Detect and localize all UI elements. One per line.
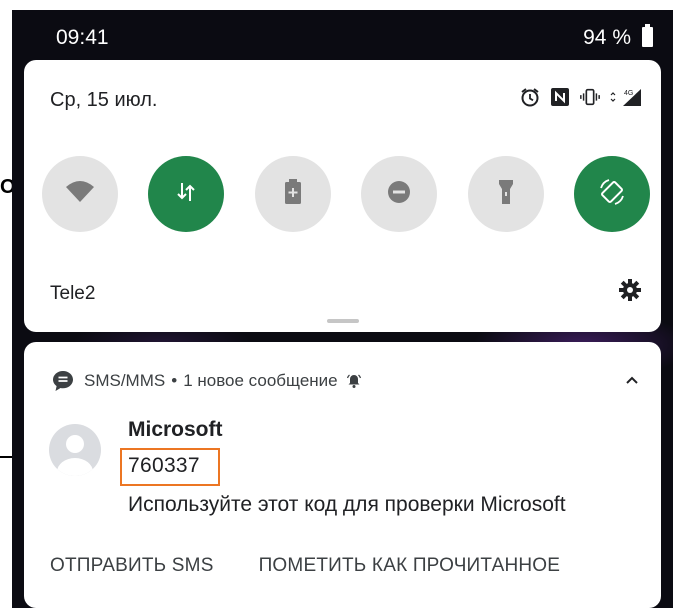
phone-screen: 09:41 94 % Ср, 15 июл. 4G Tele2 SMS/MMS … (12, 10, 673, 608)
message-icon (52, 370, 74, 392)
notification-sender: Microsoft (128, 418, 223, 441)
chevron-up-icon (625, 372, 639, 390)
header-separator: • (171, 371, 178, 390)
signal-4g-icon: 4G (609, 86, 643, 108)
battery-saver-icon (283, 178, 303, 210)
quick-settings-tiles (42, 156, 650, 232)
tile-do-not-disturb[interactable] (361, 156, 438, 232)
rotate-icon (597, 177, 627, 212)
notification-message: Используйте этот код для проверки Micros… (128, 493, 566, 516)
wifi-icon (65, 180, 95, 208)
network-type-label: 4G (624, 90, 633, 97)
collapse-notification-button[interactable] (621, 370, 643, 392)
tile-wifi[interactable] (42, 156, 118, 232)
tile-flashlight[interactable] (467, 156, 544, 232)
verification-code: 760337 (128, 454, 200, 477)
quick-settings-panel: Ср, 15 июл. 4G Tele2 (24, 60, 661, 332)
sms-notification[interactable]: SMS/MMS • 1 новое сообщение Microsoft 76… (24, 342, 661, 608)
mark-as-read-button[interactable]: ПОМЕТИТЬ КАК ПРОЧИТАННОЕ (259, 555, 561, 577)
tile-battery-saver[interactable] (254, 156, 331, 232)
battery-percent: 94 % (583, 26, 631, 49)
tile-mobile-data[interactable] (148, 156, 225, 232)
status-time: 09:41 (56, 26, 109, 49)
person-icon (57, 435, 93, 476)
settings-gear-button[interactable] (615, 277, 645, 307)
status-bar: 09:41 94 % (12, 10, 673, 60)
sender-avatar (49, 424, 101, 476)
notification-summary: 1 новое сообщение (183, 371, 338, 390)
flashlight-icon (497, 179, 515, 210)
gear-icon (618, 278, 642, 307)
data-arrows-icon (174, 180, 198, 209)
alert-bell-icon (346, 373, 362, 389)
alarm-icon (519, 86, 541, 108)
qs-date[interactable]: Ср, 15 июл. (50, 89, 157, 112)
notification-header: SMS/MMS • 1 новое сообщение (52, 370, 362, 392)
system-icons: 4G (519, 86, 643, 108)
drag-handle[interactable] (327, 319, 359, 323)
notification-app-name: SMS/MMS (84, 371, 166, 390)
nfc-icon (549, 86, 571, 108)
carrier-name: Tele2 (50, 283, 96, 304)
battery-icon (642, 24, 653, 47)
tile-auto-rotate[interactable] (573, 156, 650, 232)
vibrate-icon (579, 86, 601, 108)
send-sms-button[interactable]: ОТПРАВИТЬ SMS (50, 555, 214, 577)
dnd-icon (387, 180, 411, 209)
notification-actions: ОТПРАВИТЬ SMS ПОМЕТИТЬ КАК ПРОЧИТАННОЕ (50, 555, 560, 577)
